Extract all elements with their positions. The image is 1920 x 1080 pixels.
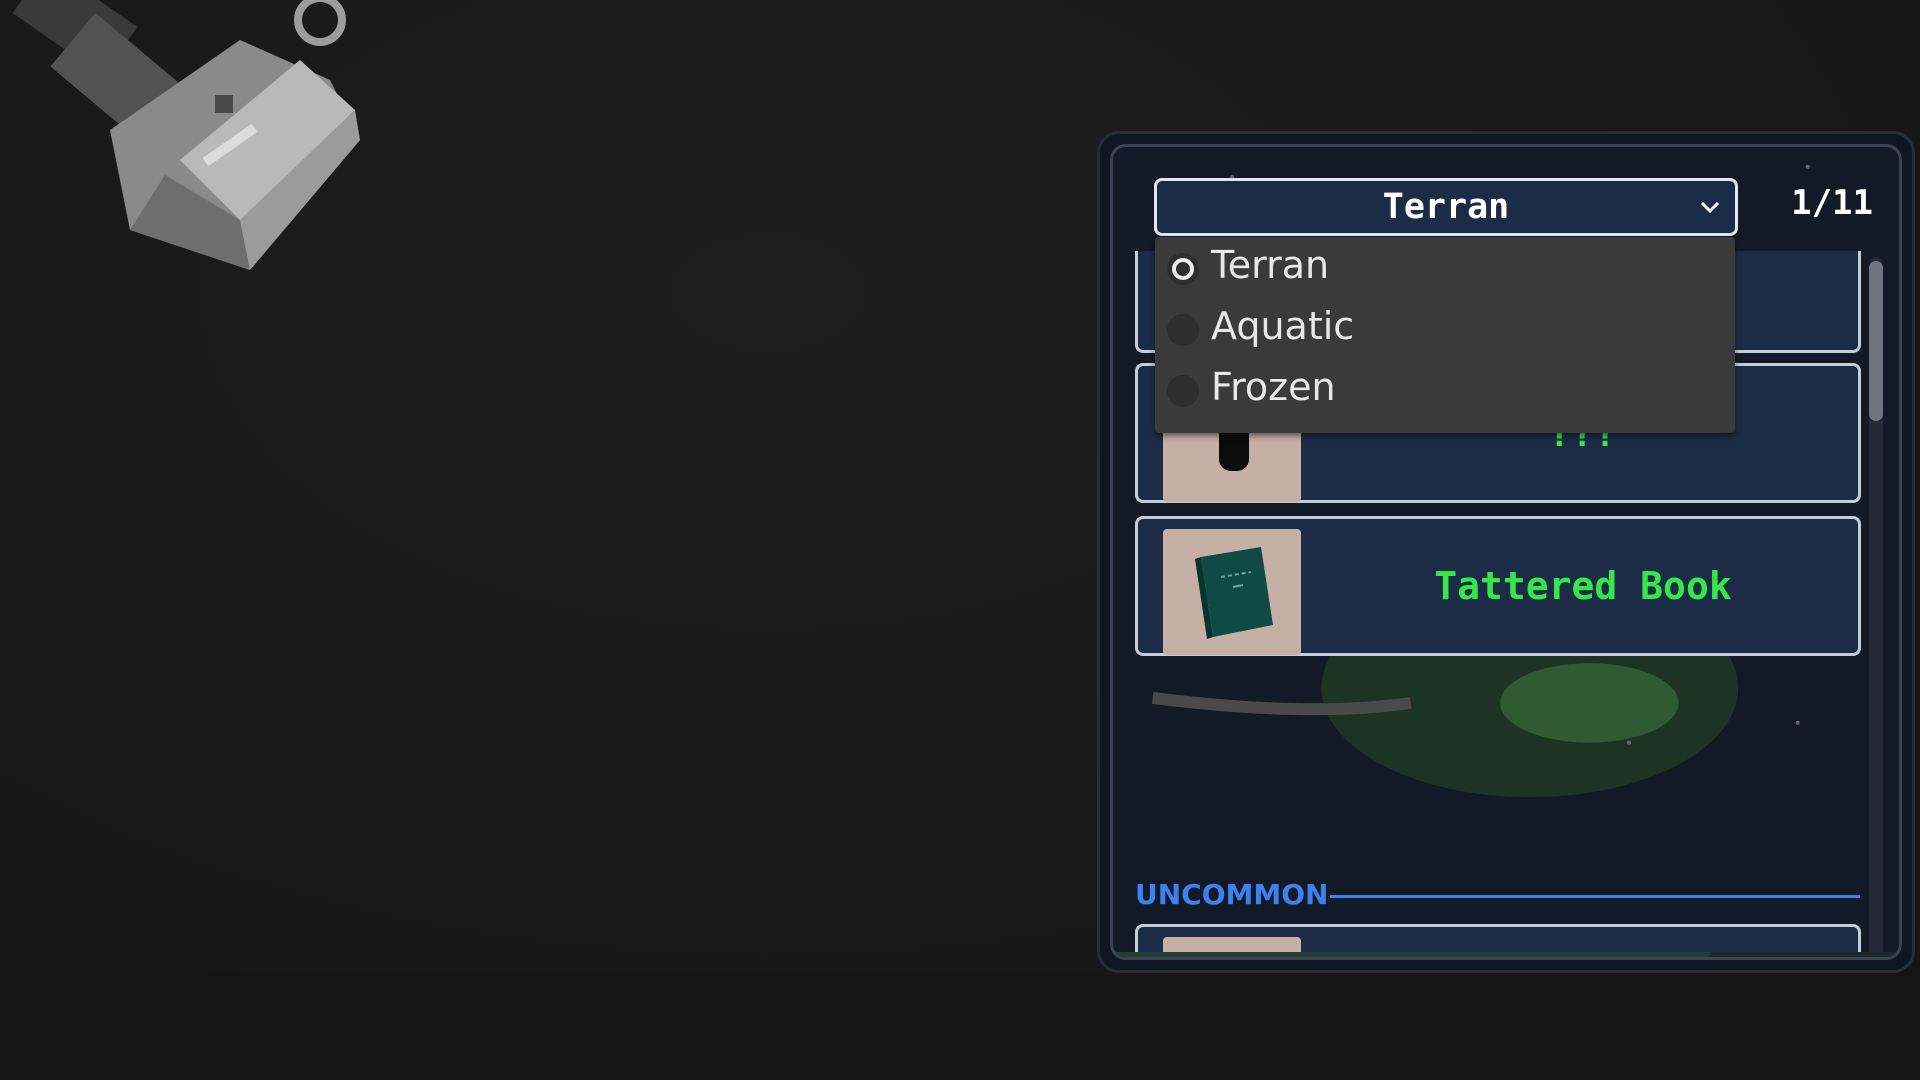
chevron-down-icon bbox=[1700, 201, 1720, 214]
biome-select-label: Terran bbox=[1382, 187, 1510, 227]
biome-select[interactable]: Terran bbox=[1154, 178, 1738, 236]
rarity-divider bbox=[1330, 895, 1860, 898]
radio-selected-icon bbox=[1167, 253, 1199, 285]
biome-option-aquatic[interactable]: Aquatic bbox=[1155, 298, 1735, 358]
scrollbar-thumb[interactable] bbox=[1869, 261, 1883, 421]
item-card-3[interactable]: Tattered Book bbox=[1135, 516, 1861, 656]
completion-progress-bar: 76% bbox=[1113, 952, 1899, 957]
panel-inner: Terran 1/11 ??? Tattered Book UNCOMMON T… bbox=[1110, 144, 1902, 960]
biome-option-frozen[interactable]: Frozen bbox=[1155, 359, 1735, 419]
rarity-label: UNCOMMON bbox=[1135, 878, 1329, 911]
biome-option-label: Aquatic bbox=[1211, 304, 1355, 348]
biome-option-label: Frozen bbox=[1211, 365, 1336, 409]
list-scrollbar[interactable] bbox=[1869, 257, 1883, 957]
progress-label: 76% bbox=[1113, 952, 1899, 957]
radio-unselected-icon bbox=[1167, 375, 1199, 407]
page-counter: 1/11 bbox=[1791, 183, 1873, 223]
collection-panel: Terran 1/11 ??? Tattered Book UNCOMMON T… bbox=[1097, 131, 1915, 973]
radio-unselected-icon bbox=[1167, 314, 1199, 346]
item-name: Tattered Book bbox=[1434, 564, 1732, 608]
bottom-letterbox bbox=[0, 975, 1920, 1080]
biome-option-label: Terran bbox=[1211, 243, 1330, 287]
drone-sprite bbox=[12, 0, 360, 270]
tattered-book-icon bbox=[1195, 547, 1273, 639]
item-thumbnail bbox=[1163, 529, 1301, 655]
biome-option-terran[interactable]: Terran bbox=[1155, 237, 1735, 297]
biome-dropdown-menu: Terran Aquatic Frozen bbox=[1155, 237, 1735, 433]
rarity-header: UNCOMMON bbox=[1135, 876, 1865, 912]
